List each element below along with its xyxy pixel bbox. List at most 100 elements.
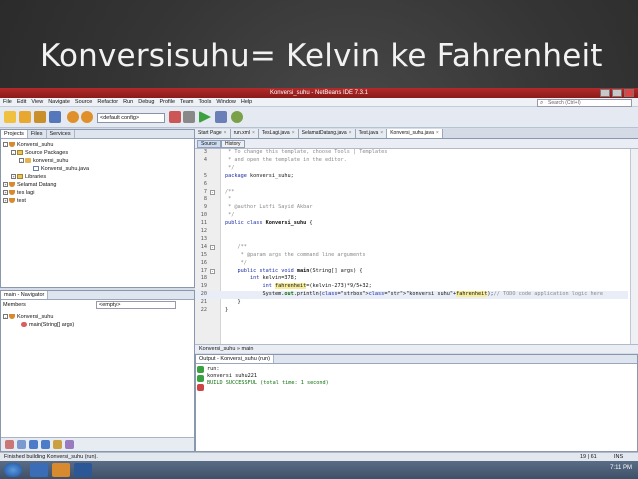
config-select[interactable]: <default config> <box>97 113 165 123</box>
code-line[interactable]: 12 <box>195 228 628 236</box>
build-icon[interactable] <box>169 111 181 123</box>
filter-static-icon[interactable] <box>17 440 26 449</box>
tab-run-xml[interactable]: run.xml × <box>230 129 259 138</box>
sort-alpha-icon[interactable] <box>65 440 74 449</box>
tab-output[interactable]: Output - Konversi_suhu (run) <box>196 355 274 363</box>
profile-icon[interactable] <box>231 111 243 123</box>
tab-projects[interactable]: Projects <box>1 130 28 138</box>
source-button[interactable]: Source <box>197 140 221 148</box>
code-line[interactable]: 4 * and open the template in the editor. <box>195 157 628 165</box>
navigator-method[interactable]: main(String[] args) <box>21 321 74 329</box>
rerun-icon[interactable] <box>197 366 204 373</box>
collapse-icon[interactable]: - <box>11 150 16 156</box>
code-line[interactable]: 9 * @author Lutfi Sayid Akbar <box>195 204 628 212</box>
code-line[interactable]: 8 * <box>195 196 628 204</box>
code-line[interactable]: 22} <box>195 307 628 315</box>
filter-fields-icon[interactable] <box>5 440 14 449</box>
menu-debug[interactable]: Debug <box>138 98 154 106</box>
collapse-icon[interactable]: - <box>3 142 8 148</box>
code-line[interactable]: 13 <box>195 236 628 244</box>
code-line[interactable]: 6 <box>195 181 628 189</box>
taskbar-app-icon[interactable] <box>30 463 48 477</box>
code-line[interactable]: 17- public static void main(String[] arg… <box>195 268 628 276</box>
new-project-icon[interactable] <box>19 111 31 123</box>
close-tab-icon[interactable]: × <box>380 130 383 136</box>
tab-services[interactable]: Services <box>47 130 75 138</box>
code-line[interactable]: */ <box>195 165 628 173</box>
tree-item-project[interactable]: + test <box>3 197 26 205</box>
debug-icon[interactable] <box>215 111 227 123</box>
undo-icon[interactable] <box>67 111 79 123</box>
fold-icon[interactable]: - <box>210 268 215 274</box>
menu-edit[interactable]: Edit <box>17 98 26 106</box>
search-input[interactable]: ⌕ Search (Ctrl+I) <box>537 99 632 107</box>
menu-source[interactable]: Source <box>75 98 92 106</box>
tree-item-source-packages[interactable]: - Source Packages <box>11 149 68 157</box>
menu-window[interactable]: Window <box>216 98 236 106</box>
close-button[interactable] <box>624 89 634 97</box>
expand-icon[interactable]: + <box>3 190 8 196</box>
taskbar-word-icon[interactable] <box>74 463 92 477</box>
breadcrumb-method[interactable]: main <box>242 346 254 352</box>
code-line[interactable]: 18 int kelvin=378; <box>195 275 628 283</box>
open-project-icon[interactable] <box>34 111 46 123</box>
code-line[interactable]: 14- /** <box>195 244 628 252</box>
tab-files[interactable]: Files <box>28 130 47 138</box>
navigator-class[interactable]: - Konversi_suhu <box>3 313 53 321</box>
new-file-icon[interactable] <box>4 111 16 123</box>
rerun-options-icon[interactable] <box>197 375 204 382</box>
close-tab-icon[interactable]: × <box>252 130 255 136</box>
expand-icon[interactable]: + <box>11 174 16 180</box>
menu-run[interactable]: Run <box>123 98 133 106</box>
tab-navigator[interactable]: main - Navigator <box>1 291 49 299</box>
menu-profile[interactable]: Profile <box>159 98 175 106</box>
code-line[interactable]: 21 } <box>195 299 628 307</box>
maximize-button[interactable] <box>612 89 622 97</box>
code-line[interactable]: 15 * @param args the command line argume… <box>195 252 628 260</box>
menu-refactor[interactable]: Refactor <box>97 98 118 106</box>
tree-item-project[interactable]: + tes lagi <box>3 189 34 197</box>
tree-item-project[interactable]: - Konversi_suhu <box>3 141 53 149</box>
code-line[interactable]: 11 public class Konversi_suhu { <box>195 220 628 228</box>
redo-icon[interactable] <box>81 111 93 123</box>
fold-icon[interactable]: - <box>210 244 215 250</box>
close-tab-icon[interactable]: × <box>224 130 227 136</box>
save-all-icon[interactable] <box>49 111 61 123</box>
tab-konversi-suhu[interactable]: Konversi_suhu.java × <box>387 129 443 138</box>
tab-selamatdatang[interactable]: SelamatDatang.java × <box>298 129 356 138</box>
run-icon[interactable] <box>199 111 211 123</box>
editor-scrollbar[interactable] <box>630 149 638 344</box>
menu-tools[interactable]: Tools <box>199 98 212 106</box>
breadcrumb-class[interactable]: Konversi_suhu <box>199 346 235 352</box>
collapse-icon[interactable]: - <box>3 314 8 320</box>
tree-item-package[interactable]: - konversi_suhu <box>19 157 68 165</box>
history-button[interactable]: History <box>221 140 245 148</box>
start-button[interactable] <box>4 463 22 477</box>
close-tab-icon[interactable]: × <box>349 130 352 136</box>
tree-item-java-file[interactable]: Konversi_suhu.java <box>33 165 89 173</box>
code-line[interactable]: 5 package konversi_suhu; <box>195 173 628 181</box>
sort-icon[interactable] <box>53 440 62 449</box>
close-tab-icon[interactable]: × <box>436 130 439 136</box>
menu-team[interactable]: Team <box>180 98 193 106</box>
collapse-icon[interactable]: - <box>19 158 24 164</box>
code-editor[interactable]: 3 * To change this template, choose Tool… <box>195 149 638 344</box>
tree-item-libraries[interactable]: + Libraries <box>11 173 46 181</box>
menu-view[interactable]: View <box>31 98 43 106</box>
code-line[interactable]: 3 * To change this template, choose Tool… <box>195 149 628 157</box>
navigator-filter-select[interactable]: <empty> <box>96 301 176 309</box>
code-line[interactable]: 10 */ <box>195 212 628 220</box>
tab-teslagi[interactable]: TesLagi.java × <box>258 129 299 138</box>
taskbar-firefox-icon[interactable] <box>52 463 70 477</box>
code-line[interactable]: 19 int fahrenheit=(kelvin-273)*9/5+32; <box>195 283 628 291</box>
filter-nonpublic-icon[interactable] <box>29 440 38 449</box>
code-line[interactable]: 16 */ <box>195 260 628 268</box>
tree-item-project[interactable]: + Selamat Datang <box>3 181 56 189</box>
expand-icon[interactable]: + <box>3 182 8 188</box>
code-line[interactable]: 20 System.out.println(class="strbox">cla… <box>195 291 628 300</box>
tab-test[interactable]: Test.java × <box>355 129 388 138</box>
clean-build-icon[interactable] <box>183 111 195 123</box>
fold-icon[interactable]: - <box>210 189 215 195</box>
menu-file[interactable]: File <box>3 98 12 106</box>
menu-help[interactable]: Help <box>241 98 252 106</box>
